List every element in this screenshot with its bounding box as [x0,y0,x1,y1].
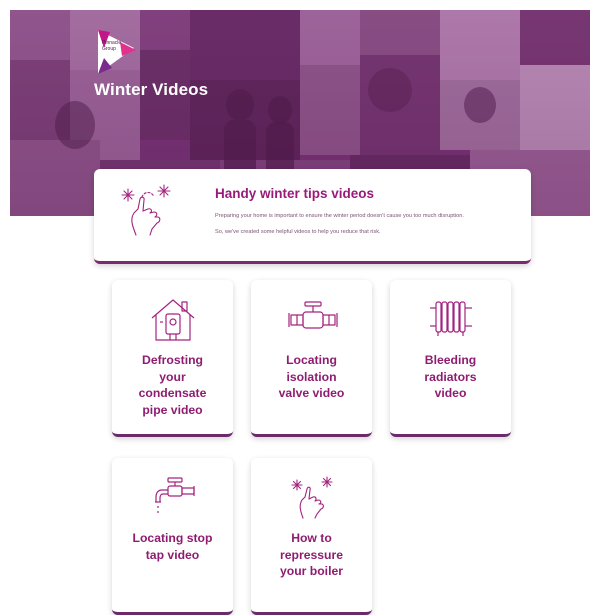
video-card-isolation-valve[interactable]: Locating isolation valve video [251,280,372,437]
video-card-label: How to repressure your boiler [279,531,343,578]
video-card-repressure-boiler[interactable]: How to repressure your boiler [251,458,372,615]
intro-text-line2: So, we've created some helpful videos to… [215,229,381,235]
intro-card: Handy winter tips videos Preparing your … [94,169,531,264]
video-card-defrosting-condensate-pipe[interactable]: Defrosting your condensate pipe video [112,280,233,437]
video-card-label: Defrosting your condensate pipe video [138,353,207,417]
video-card-label: Bleeding radiators video [424,353,477,400]
tap-icon [155,477,195,513]
house-boiler-icon [151,299,195,341]
hand-snowflake-icon [121,184,171,236]
page-title: Winter Videos [94,80,209,99]
intro-text-line1: Preparing your home is important to ensu… [215,213,464,219]
intro-title: Handy winter tips videos [215,186,375,201]
video-card-label: Locating isolation valve video [278,353,345,400]
logo-text-line2: Group [102,46,116,52]
valve-icon [288,301,338,329]
pinnacle-group-logo [98,30,136,74]
video-card-bleeding-radiators[interactable]: Bleeding radiators video [390,280,511,437]
hand-snowflake-icon [291,476,333,519]
radiator-icon [430,301,472,336]
video-card-stop-tap[interactable]: Locating stop tap video [112,458,233,615]
video-card-label: Locating stop tap video [132,531,213,562]
